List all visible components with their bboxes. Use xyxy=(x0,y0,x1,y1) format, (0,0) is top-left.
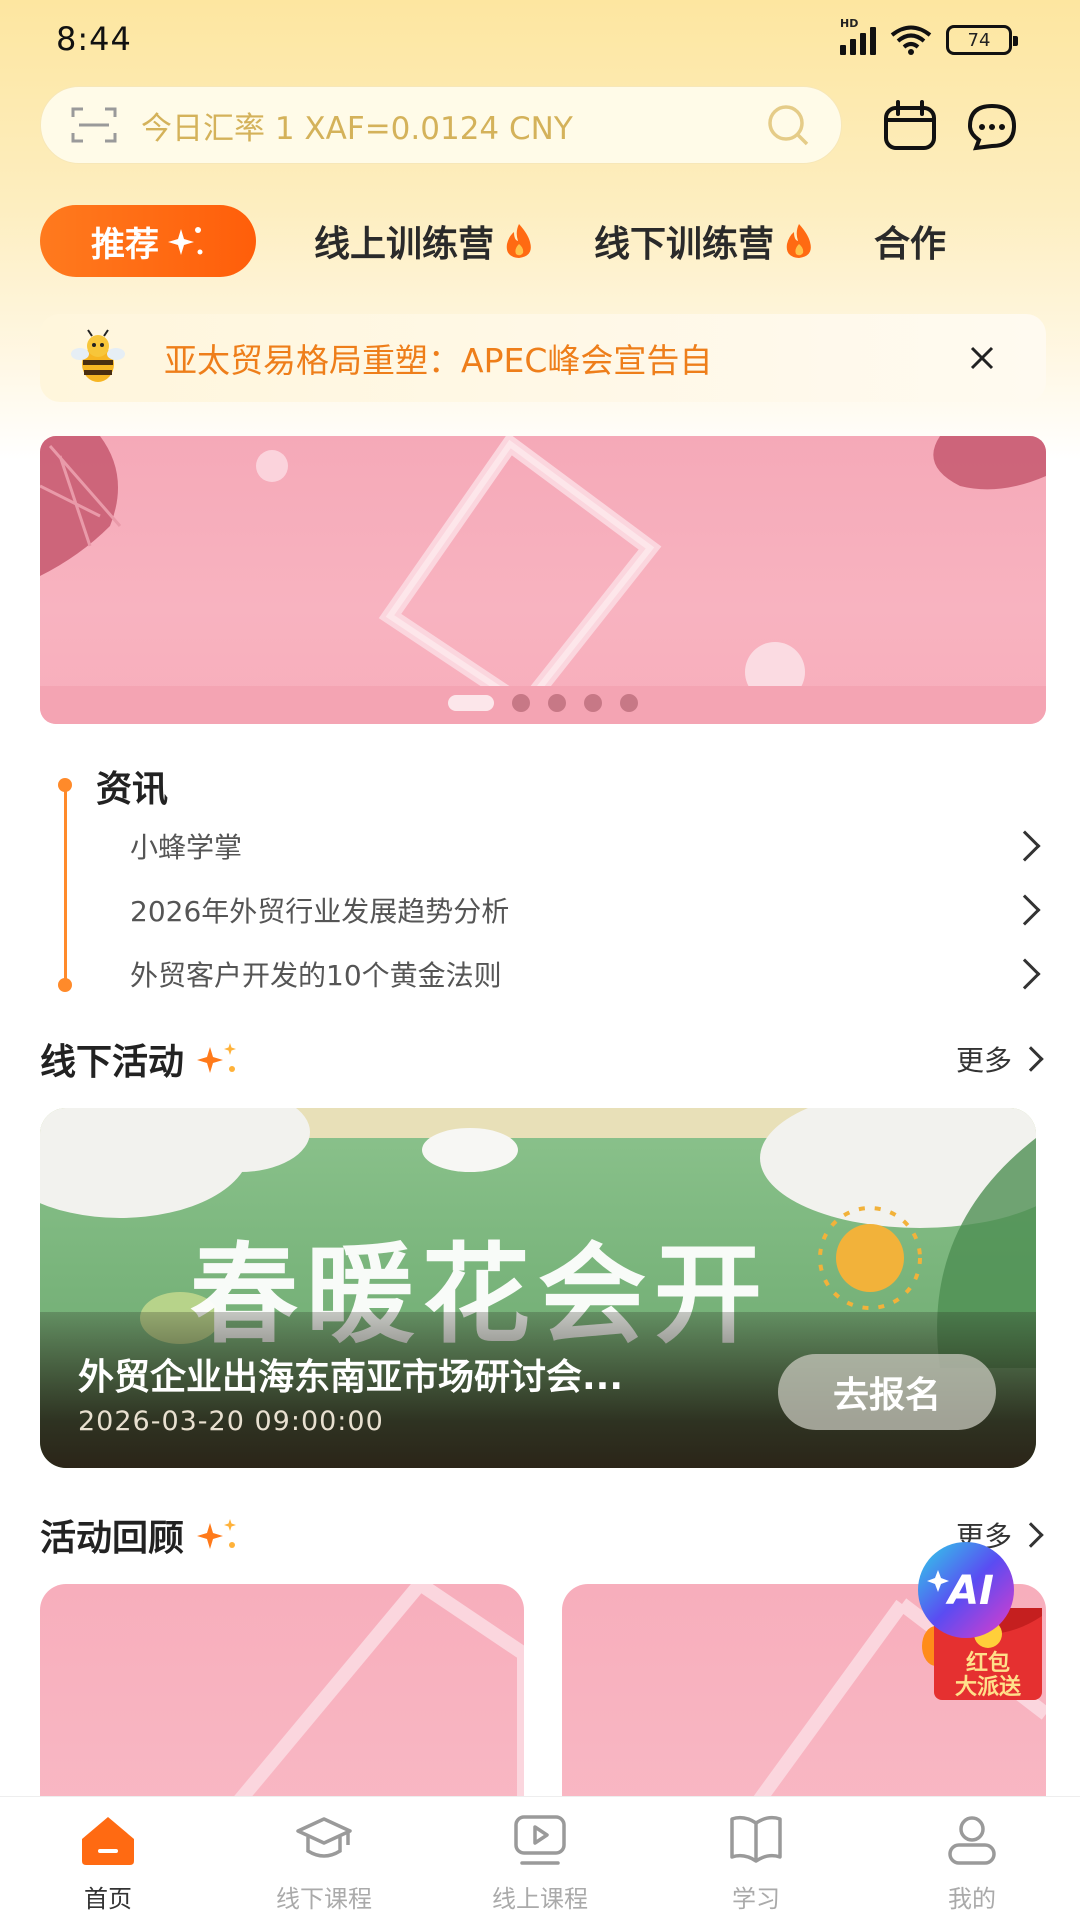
register-button[interactable]: 去报名 xyxy=(778,1354,996,1430)
section-title: 活动回顾 xyxy=(40,1509,242,1561)
red-packet-line2: 大派送 xyxy=(955,1674,1021,1700)
activity-time: 2026-03-20 09:00:00 xyxy=(78,1406,384,1437)
chevron-right-icon xyxy=(1018,1046,1044,1072)
pagination-dot[interactable] xyxy=(584,694,602,712)
notice-text[interactable]: 亚太贸易格局重塑：APEC峰会宣告自 xyxy=(164,334,962,382)
nav-label: 线上课程 xyxy=(492,1885,588,1913)
chevron-right-icon xyxy=(1009,958,1041,990)
video-play-icon xyxy=(514,1815,566,1865)
ai-assistant-icon[interactable]: AI xyxy=(916,1540,1016,1640)
nav-label: 线下课程 xyxy=(276,1885,372,1913)
calendar-icon[interactable] xyxy=(880,96,940,156)
timeline-dot xyxy=(58,978,72,992)
nav-label: 我的 xyxy=(948,1885,996,1913)
news-title: 资讯 xyxy=(96,769,169,810)
timeline-line xyxy=(64,784,67,984)
pagination-dot-active[interactable] xyxy=(448,695,494,711)
search-icon[interactable] xyxy=(765,102,811,148)
activity-title: 外贸企业出海东南亚市场研讨会... xyxy=(78,1357,624,1398)
section-title: 线下活动 xyxy=(40,1033,242,1085)
search-bar[interactable]: 今日汇率 1 XAF=0.0124 CNY xyxy=(40,86,842,164)
sparkle-icon xyxy=(197,1043,237,1073)
nav-online-courses[interactable]: 线上课程 xyxy=(440,1797,640,1920)
message-icon[interactable] xyxy=(962,96,1022,156)
activity-card[interactable]: 春暖花会开 外贸企业出海东南亚市场研讨会... 2026-03-20 09:00… xyxy=(40,1108,1036,1468)
banner-pagination xyxy=(40,694,1046,712)
bee-mascot-icon xyxy=(71,329,125,382)
tab-recommend[interactable]: 推荐 xyxy=(40,205,256,277)
nav-label: 学习 xyxy=(732,1885,780,1913)
tab-label: 合作 xyxy=(874,224,947,265)
sparkle-icon xyxy=(197,1519,237,1549)
nav-home[interactable]: 首页 xyxy=(8,1797,208,1920)
close-icon[interactable] xyxy=(962,338,1002,378)
news-item-label: 2026年外贸行业发展趋势分析 xyxy=(130,895,510,928)
nav-offline-courses[interactable]: 线下课程 xyxy=(224,1797,424,1920)
chevron-right-icon xyxy=(1009,894,1041,926)
section-title-text: 线下活动 xyxy=(40,1042,185,1083)
red-packet-line1: 红包 xyxy=(966,1650,1010,1676)
nav-study[interactable]: 学习 xyxy=(656,1797,856,1920)
promo-banner[interactable] xyxy=(40,436,1046,724)
pagination-dot[interactable] xyxy=(512,694,530,712)
more-label: 更多 xyxy=(955,1044,1012,1077)
tab-label: 线下训练营 xyxy=(594,224,775,265)
review-card[interactable] xyxy=(40,1584,524,1824)
fire-icon xyxy=(506,224,531,258)
scan-icon[interactable] xyxy=(71,105,117,145)
nav-mine[interactable]: 我的 xyxy=(872,1797,1072,1920)
pagination-dot[interactable] xyxy=(548,694,566,712)
status-icons: HD 74 xyxy=(840,17,1018,56)
chevron-right-icon xyxy=(1018,1522,1044,1548)
cell-signal-icon: HD xyxy=(840,17,876,55)
news-item[interactable]: 2026年外贸行业发展趋势分析 xyxy=(130,880,1050,940)
battery-icon: 74 xyxy=(946,25,1018,55)
fire-icon xyxy=(786,224,811,258)
search-placeholder[interactable]: 今日汇率 1 XAF=0.0124 CNY xyxy=(141,103,765,148)
timeline-dot xyxy=(58,778,72,792)
user-icon xyxy=(948,1816,996,1865)
tab-cooperation[interactable]: 合作 xyxy=(874,215,946,267)
tab-online-camp[interactable]: 线上训练营 xyxy=(314,215,536,267)
news-item[interactable]: 小蜂学掌 xyxy=(130,816,1050,876)
more-link[interactable]: 更多 xyxy=(956,1039,1046,1079)
wifi-icon xyxy=(890,25,932,55)
bottom-navigation: 首页 线下课程 线上课程 学习 我的 xyxy=(0,1796,1080,1920)
news-item-label: 小蜂学掌 xyxy=(130,831,243,864)
review-header: 活动回顾 更多 xyxy=(40,1510,1046,1560)
home-icon xyxy=(82,1817,134,1865)
news-item[interactable]: 外贸客户开发的10个黄金法则 xyxy=(130,944,1050,1004)
news-item-label: 外贸客户开发的10个黄金法则 xyxy=(130,959,502,992)
offline-activity-header: 线下活动 更多 xyxy=(40,1034,1046,1084)
status-bar: 8:44 HD 74 xyxy=(0,0,1080,84)
graduation-cap-icon xyxy=(296,1817,352,1858)
status-time: 8:44 xyxy=(56,20,132,58)
tab-label: 线上训练营 xyxy=(314,224,495,265)
tab-offline-camp[interactable]: 线下训练营 xyxy=(594,215,816,267)
chevron-right-icon xyxy=(1009,830,1041,862)
sparkle-icon xyxy=(168,227,203,255)
ai-label: AI xyxy=(945,1568,994,1614)
banner-artwork xyxy=(40,436,1046,724)
book-icon xyxy=(730,1815,782,1863)
nav-label: 首页 xyxy=(84,1885,132,1913)
battery-level: 74 xyxy=(967,29,991,51)
news-ticker[interactable]: 亚太贸易格局重塑：APEC峰会宣告自 xyxy=(40,314,1046,402)
review-artwork xyxy=(210,1584,524,1824)
category-tabs: 推荐 线上训练营 线下训练营 合作 xyxy=(40,204,1080,278)
tab-label: 推荐 xyxy=(91,224,159,265)
pagination-dot[interactable] xyxy=(620,694,638,712)
section-title-text: 活动回顾 xyxy=(40,1518,185,1559)
